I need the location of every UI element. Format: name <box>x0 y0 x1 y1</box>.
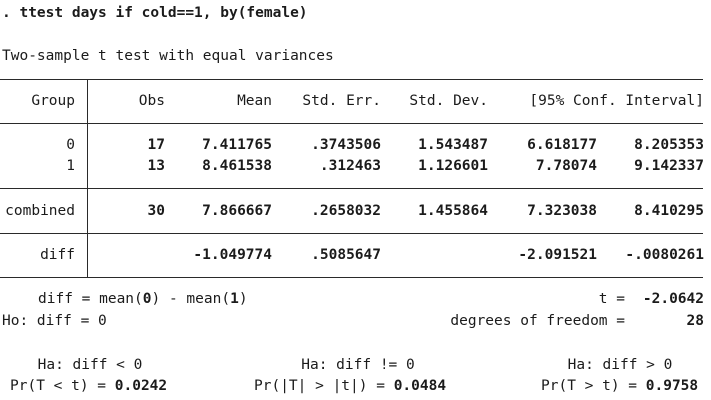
diff-ci-high: -.0080261 <box>625 247 704 263</box>
diff-definition: diff = mean(0) - mean(1) <box>38 290 248 308</box>
row-1-std-dev: 1.126601 <box>418 158 488 174</box>
row-1-obs: 13 <box>147 158 165 174</box>
diff-def-suffix: ) <box>238 291 248 307</box>
df-label: degrees of freedom = <box>450 313 625 329</box>
header-conf-interval: [95% Conf. Interval] <box>529 93 704 109</box>
p-left: Pr(T < t) = 0.0242 <box>10 377 167 395</box>
row-1-ci-low: 7.78074 <box>535 158 597 174</box>
p-right-value: 0.9758 <box>645 378 699 394</box>
combined-ci-low: 7.323038 <box>527 203 597 219</box>
diff-mean: -1.049774 <box>193 247 272 263</box>
p-right-label: Pr(T > t) = <box>541 378 638 394</box>
diff-def-group-1: 1 <box>230 291 239 307</box>
combined-obs: 30 <box>147 203 165 219</box>
diff-group: diff <box>40 247 75 263</box>
header-group: Group <box>31 93 75 109</box>
diff-def-prefix: diff = mean( <box>38 291 143 307</box>
t-label: t = <box>598 291 625 307</box>
combined-rule <box>0 188 703 189</box>
diff-def-mid: ) - mean( <box>151 291 231 307</box>
header-obs: Obs <box>138 93 165 109</box>
null-hypothesis: Ho: diff = 0 <box>2 313 107 329</box>
diff-rule <box>0 233 703 234</box>
row-0-std-dev: 1.543487 <box>418 137 488 153</box>
row-1-group: 1 <box>66 158 75 174</box>
combined-ci-high: 8.410295 <box>634 203 704 219</box>
row-1-std-err: .312463 <box>319 158 381 174</box>
row-0-std-err: .3743506 <box>311 137 381 153</box>
row-1-ci-high: 9.142337 <box>634 158 704 174</box>
row-0-ci-low: 6.618177 <box>527 137 597 153</box>
combined-std-dev: 1.455864 <box>418 203 488 219</box>
row-0-group: 0 <box>66 137 75 153</box>
diff-std-err: .5085647 <box>311 247 381 263</box>
t-value: -2.0642 <box>642 291 704 307</box>
combined-std-err: .2658032 <box>311 203 381 219</box>
p-left-value: 0.0242 <box>114 378 168 394</box>
row-0-mean: 7.411765 <box>202 137 272 153</box>
ha-left: Ha: diff < 0 <box>37 357 143 373</box>
df-value: 28 <box>686 313 704 329</box>
row-0-ci-high: 8.205353 <box>634 137 704 153</box>
test-title: Two-sample t test with equal variances <box>2 48 334 64</box>
p-left-label: Pr(T < t) = <box>10 378 107 394</box>
p-two-sided-label: Pr(|T| > |t|) = <box>254 378 385 394</box>
combined-group: combined <box>5 203 75 219</box>
combined-mean: 7.866667 <box>202 203 272 219</box>
table-bottom-rule <box>0 277 703 278</box>
header-rule <box>0 123 703 124</box>
p-two-sided: Pr(|T| > |t|) = 0.0484 <box>254 377 446 395</box>
diff-def-group-0: 0 <box>142 291 152 307</box>
p-two-sided-value: 0.0484 <box>393 378 447 394</box>
row-0-obs: 17 <box>147 137 165 153</box>
row-1-mean: 8.461538 <box>202 158 272 174</box>
p-right: Pr(T > t) = 0.9758 <box>541 377 698 395</box>
ha-two-sided: Ha: diff != 0 <box>301 357 415 373</box>
table-top-rule <box>0 79 703 80</box>
header-mean: Mean <box>237 93 272 109</box>
header-std-dev: Std. Dev. <box>409 93 488 109</box>
diff-ci-low: -2.091521 <box>518 247 597 263</box>
ha-right: Ha: diff > 0 <box>567 357 673 373</box>
header-std-err: Std. Err. <box>302 93 381 109</box>
command-line: . ttest days if cold==1, by(female) <box>2 5 308 21</box>
group-column-divider <box>87 79 88 277</box>
